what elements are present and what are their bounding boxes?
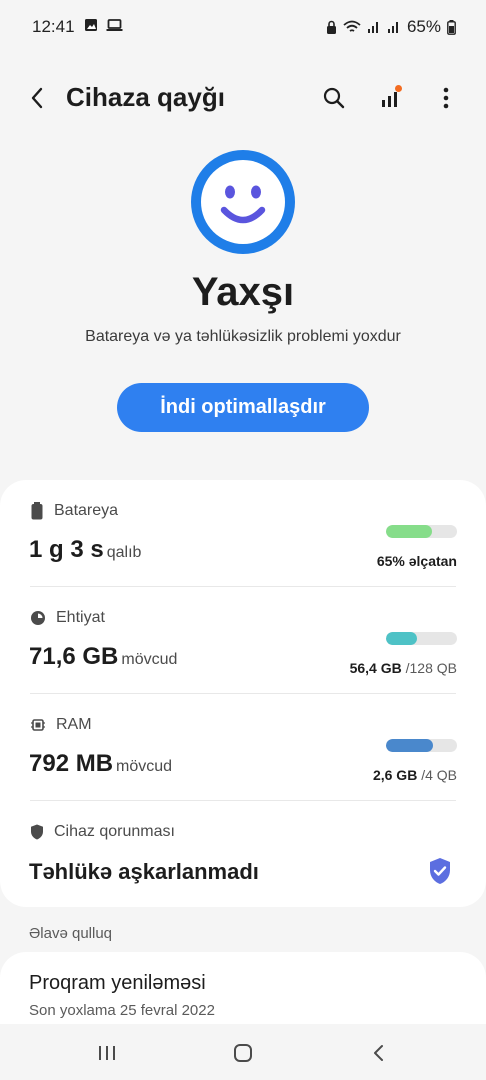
battery-icon — [31, 502, 43, 520]
storage-unit: mövcud — [121, 651, 178, 668]
ram-bar-fill — [386, 739, 433, 752]
recent-apps-icon — [99, 1046, 115, 1060]
protection-row[interactable]: Cihaz qorunması Təhlükə aşkarlanmadı — [0, 801, 486, 907]
lock-icon — [326, 20, 336, 34]
battery-label: Batareya — [54, 502, 119, 519]
page-title: Cihaza qayğı — [66, 82, 225, 112]
notification-dot — [395, 85, 402, 92]
ram-unit: mövcud — [116, 758, 173, 775]
storage-used: 56,4 GB — [349, 660, 402, 676]
nav-back-button[interactable] — [364, 1038, 394, 1068]
navigation-bar — [0, 1024, 486, 1080]
storage-total: /128 QB — [405, 660, 457, 676]
system-status: 65% — [326, 17, 456, 37]
battery-unit: qalıb — [106, 544, 142, 561]
ram-total: /4 QB — [421, 767, 457, 783]
battery-bar-fill — [386, 525, 433, 538]
search-icon — [323, 87, 345, 109]
image-icon — [85, 19, 97, 31]
ram-value: 792 MB — [29, 750, 114, 777]
storage-pie-icon — [31, 611, 45, 625]
home-icon — [234, 1044, 252, 1062]
notification-icons — [84, 18, 123, 32]
stats-button[interactable] — [376, 84, 404, 112]
signal-icon — [387, 22, 398, 33]
software-update-title: Proqram yeniləməsi — [29, 972, 206, 994]
recent-apps-button[interactable] — [92, 1038, 122, 1068]
back-button[interactable] — [24, 84, 52, 112]
protection-status: Təhlükə aşkarlanmadı — [29, 859, 259, 884]
section-label-extra-care: Əlavə qulluq — [29, 925, 113, 942]
ram-row[interactable]: RAM 792 MB mövcud 2,6 GB /4 QB — [0, 694, 486, 801]
smiley-face-icon — [191, 150, 295, 254]
device-care-card: Batareya 1 g 3 s qalıb 65% əlçatan Ehtiya… — [0, 480, 486, 907]
ram-used: 2,6 GB — [372, 767, 418, 783]
more-vert-icon — [443, 87, 449, 109]
shield-check-icon — [430, 858, 450, 884]
home-button[interactable] — [228, 1038, 258, 1068]
ram-label: RAM — [56, 716, 92, 733]
protection-label: Cihaz qorunması — [54, 823, 175, 840]
software-update-last-checked: Son yoxlama 25 fevral 2022 — [29, 1002, 215, 1019]
storage-label: Ehtiyat — [56, 609, 105, 626]
laptop-icon — [106, 19, 123, 31]
app-bar: Cihaza qayğı — [0, 70, 486, 126]
software-update-card[interactable]: Proqram yeniləməsi Son yoxlama 25 fevral… — [0, 952, 486, 1024]
ram-bar — [386, 739, 457, 752]
back-icon — [374, 1045, 383, 1061]
status-time: 12:41 — [32, 17, 75, 36]
app-actions — [320, 84, 460, 112]
search-button[interactable] — [320, 84, 348, 112]
battery-row[interactable]: Batareya 1 g 3 s qalıb 65% əlçatan — [0, 480, 486, 587]
battery-value: 1 g 3 s — [29, 536, 104, 563]
more-options-button[interactable] — [432, 84, 460, 112]
signal-icon — [367, 22, 378, 33]
storage-bar — [386, 632, 457, 645]
shield-icon — [31, 824, 43, 840]
wifi-icon — [343, 20, 361, 32]
battery-percent: 65% — [406, 17, 441, 36]
optimize-now-button[interactable]: İndi optimallaşdır — [117, 383, 369, 432]
battery-available: 65% əlçatan — [376, 553, 457, 569]
back-arrow-icon — [31, 87, 43, 109]
status-bar: 12:41 65% — [0, 0, 486, 56]
storage-bar-fill — [386, 632, 418, 645]
battery-bar — [386, 525, 457, 538]
battery-icon — [447, 19, 456, 35]
device-status-subtitle: Batareya və ya təhlükəsizlik problemi yo… — [85, 328, 401, 345]
storage-value: 71,6 GB — [29, 643, 119, 670]
memory-chip-icon — [31, 719, 45, 731]
storage-row[interactable]: Ehtiyat 71,6 GB mövcud 56,4 GB /128 QB — [0, 587, 486, 694]
device-status-title: Yaxşı — [191, 270, 295, 314]
